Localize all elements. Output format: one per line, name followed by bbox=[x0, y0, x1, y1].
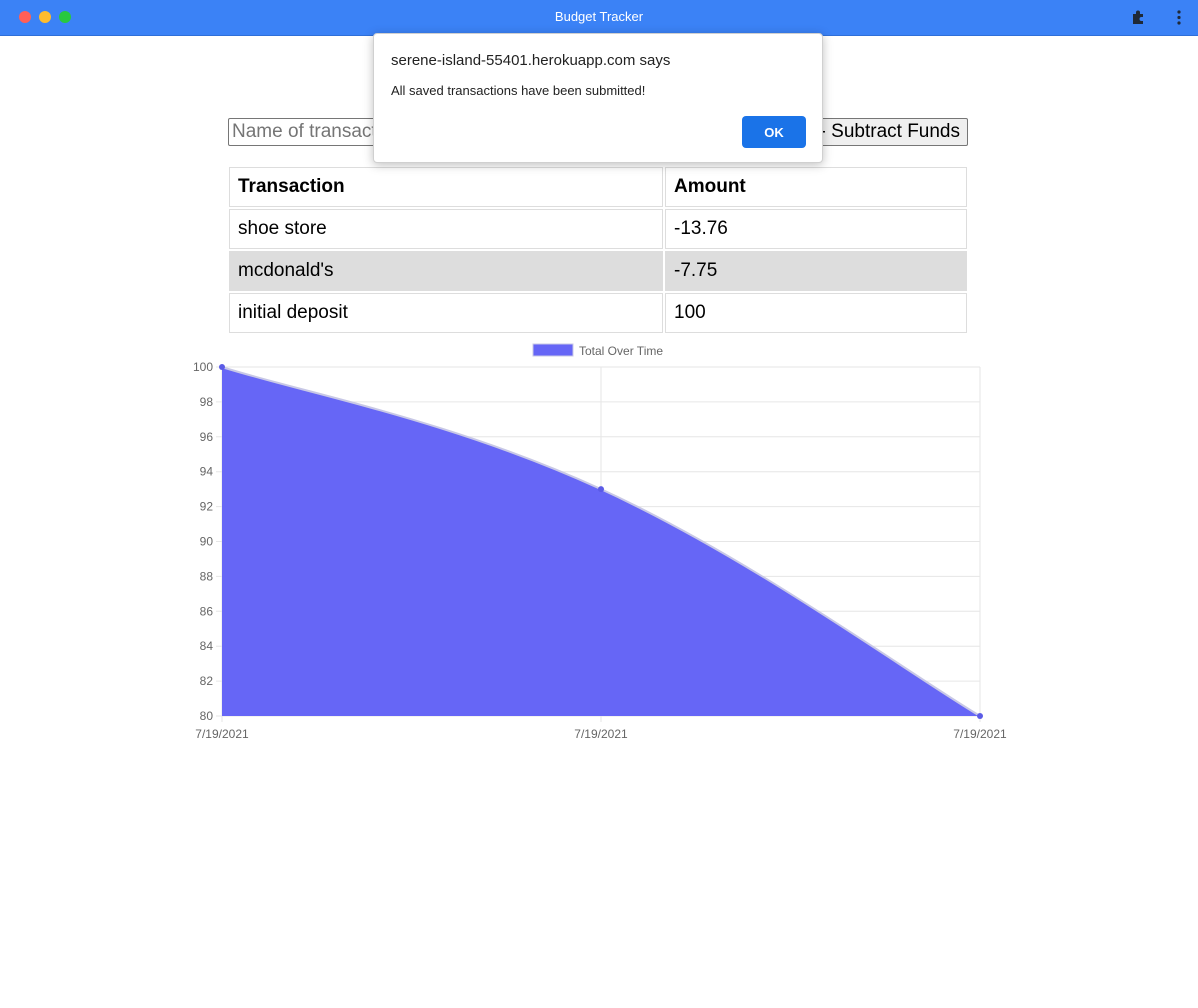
y-tick-label: 86 bbox=[200, 604, 214, 618]
transactions-table: Transaction Amount shoe store -13.76 mcd… bbox=[227, 165, 969, 335]
transaction-amount-cell: -13.76 bbox=[665, 209, 967, 249]
legend-swatch bbox=[532, 343, 574, 357]
y-tick-label: 94 bbox=[200, 465, 214, 479]
y-tick-label: 96 bbox=[200, 430, 214, 444]
chart-data-point bbox=[977, 713, 983, 719]
x-tick-label: 7/19/2021 bbox=[195, 727, 249, 741]
chart-gridlines bbox=[216, 366, 981, 722]
chart-x-axis: 7/19/2021 7/19/2021 7/19/2021 bbox=[195, 727, 1007, 741]
y-tick-label: 98 bbox=[200, 395, 214, 409]
chart-y-axis: 100 98 96 94 92 90 88 86 84 82 80 bbox=[193, 360, 213, 723]
chart-data-point bbox=[219, 364, 225, 370]
dialog-title: serene-island-55401.herokuapp.com says bbox=[391, 52, 671, 69]
chart-data-point bbox=[598, 486, 604, 493]
y-tick-label: 82 bbox=[200, 674, 214, 688]
y-tick-label: 88 bbox=[200, 569, 214, 583]
table-row: initial deposit 100 bbox=[229, 293, 967, 333]
subtract-funds-button[interactable]: - Subtract Funds bbox=[808, 118, 968, 146]
transaction-amount-cell: 100 bbox=[665, 293, 967, 333]
chart-series-line bbox=[221, 366, 981, 717]
transaction-column-header: Transaction bbox=[229, 167, 663, 207]
table-header-row: Transaction Amount bbox=[229, 167, 967, 207]
table-row: shoe store -13.76 bbox=[229, 209, 967, 249]
table-row: mcdonald's -7.75 bbox=[229, 251, 967, 291]
transaction-name-cell: shoe store bbox=[229, 209, 663, 249]
y-tick-label: 90 bbox=[200, 535, 214, 549]
extensions-puzzle-icon[interactable] bbox=[1130, 9, 1147, 26]
y-tick-label: 80 bbox=[200, 709, 214, 723]
y-tick-label: 100 bbox=[193, 360, 213, 374]
x-tick-label: 7/19/2021 bbox=[574, 727, 628, 741]
y-tick-label: 92 bbox=[200, 500, 214, 514]
chart-area-fill bbox=[222, 367, 980, 716]
amount-column-header: Amount bbox=[665, 167, 967, 207]
alert-dialog: serene-island-55401.herokuapp.com says A… bbox=[373, 33, 823, 163]
dialog-message: All saved transactions have been submitt… bbox=[391, 83, 646, 98]
window-titlebar: Budget Tracker bbox=[0, 0, 1198, 36]
y-tick-label: 84 bbox=[200, 639, 214, 653]
dialog-ok-button[interactable]: OK bbox=[742, 116, 806, 148]
window-title: Budget Tracker bbox=[554, 9, 644, 24]
transaction-name-cell: mcdonald's bbox=[229, 251, 663, 291]
legend-label: Total Over Time bbox=[579, 344, 663, 358]
kebab-menu-icon[interactable] bbox=[1170, 9, 1188, 26]
x-tick-label: 7/19/2021 bbox=[953, 727, 1007, 741]
transaction-name-cell: initial deposit bbox=[229, 293, 663, 333]
transaction-amount-cell: -7.75 bbox=[665, 251, 967, 291]
chart-points bbox=[219, 364, 983, 719]
